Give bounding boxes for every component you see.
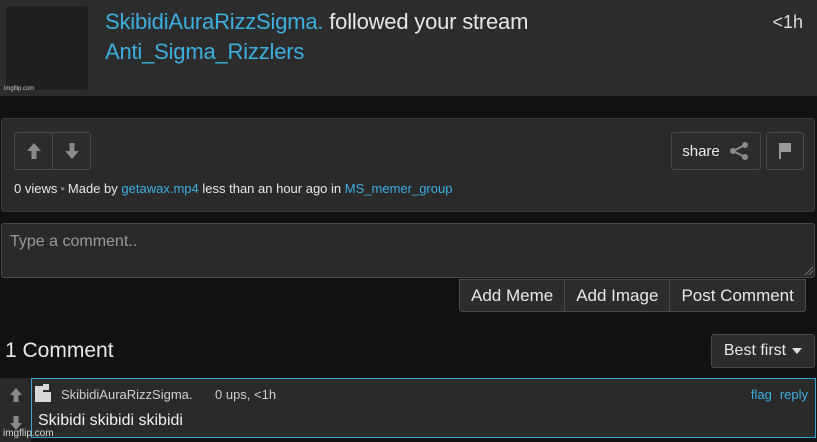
upvote-button[interactable] <box>15 133 52 169</box>
comment-username[interactable]: SkibidiAuraRizzSigma. <box>61 387 193 402</box>
arrow-down-icon <box>64 143 79 159</box>
comments-count: 1 Comment <box>5 339 114 362</box>
follow-notification: imgflip.com SkibidiAuraRizzSigma. follow… <box>0 0 817 96</box>
resize-grip-icon[interactable] <box>803 265 813 275</box>
arrow-up-icon <box>9 388 22 402</box>
notification-time: <1h <box>772 12 803 32</box>
comment-body: SkibidiAuraRizzSigma. 0 ups, <1h flag re… <box>31 378 816 438</box>
flag-button[interactable] <box>766 132 804 170</box>
comment-text: Skibidi skibidi skibidi <box>38 412 183 429</box>
meme-meta-panel: 0 views • Made by getawax.mp4 less than an… <box>1 118 815 212</box>
sort-dropdown[interactable]: Best first <box>711 334 815 368</box>
imgflip-watermark: imgflip.com <box>3 428 54 439</box>
posted-time: less than an hour ago in <box>202 181 342 196</box>
view-count: 0 views <box>14 181 58 196</box>
user-avatar[interactable] <box>6 6 88 90</box>
author-link[interactable]: getawax.mp4 <box>121 181 198 196</box>
comment-input[interactable] <box>1 223 815 278</box>
post-comment-button[interactable]: Post Comment <box>670 279 806 312</box>
sort-label: Best first <box>723 342 787 359</box>
group-link[interactable]: MS_memer_group <box>345 181 453 196</box>
notification-stream-link[interactable]: Anti_Sigma_Rizzlers <box>105 39 304 64</box>
notification-action: followed your stream <box>329 9 529 34</box>
comment-upvote-button[interactable] <box>2 382 29 408</box>
flag-icon <box>779 143 791 159</box>
meme-meta-info: 0 views • Made by getawax.mp4 less than an… <box>14 181 452 196</box>
comment-meta: 0 ups, <1h <box>215 387 277 402</box>
comment-item: SkibidiAuraRizzSigma. 0 ups, <1h flag re… <box>0 378 816 442</box>
comment-links: flag reply <box>751 387 808 402</box>
caret-down-icon <box>792 348 803 354</box>
downvote-button[interactable] <box>52 133 90 169</box>
comment-flag-link[interactable]: flag <box>751 387 772 402</box>
notification-watermark: imgflip.com <box>4 86 35 92</box>
notification-stream: Anti_Sigma_Rizzlers <box>105 39 304 65</box>
comment-actions: Add Meme Add Image Post Comment <box>459 279 806 312</box>
comment-reply-link[interactable]: reply <box>780 387 808 402</box>
share-button[interactable]: share <box>671 132 761 170</box>
made-by-label: Made by <box>67 181 118 196</box>
arrow-up-icon <box>26 143 41 159</box>
add-meme-button[interactable]: Add Meme <box>459 279 566 312</box>
add-image-button[interactable]: Add Image <box>565 279 671 312</box>
share-label: share <box>682 142 720 160</box>
separator-dot: • <box>60 181 65 196</box>
notification-username-link[interactable]: SkibidiAuraRizzSigma. <box>105 9 324 34</box>
share-icon <box>729 142 748 160</box>
avatar[interactable] <box>35 384 57 404</box>
vote-group <box>14 132 91 170</box>
notification-text: SkibidiAuraRizzSigma. followed your stre… <box>105 9 528 35</box>
